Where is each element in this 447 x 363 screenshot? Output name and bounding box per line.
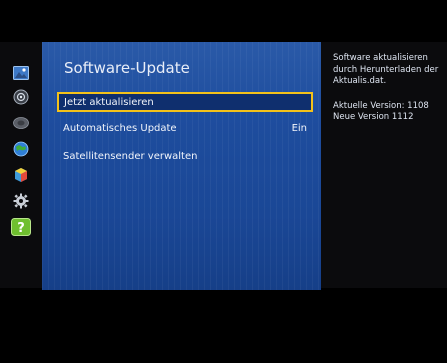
software-update-panel: Software-Update Jetzt aktualisieren Auto… bbox=[42, 42, 321, 290]
menu-item-label: Satellitensender verwalten bbox=[63, 150, 198, 162]
svg-text:?: ? bbox=[17, 221, 25, 236]
help-line: durch Herunterladen der bbox=[333, 64, 439, 75]
help-line: Software aktualisieren bbox=[333, 53, 428, 63]
menu-item-label: Automatisches Update bbox=[63, 122, 177, 134]
system-icon[interactable] bbox=[10, 164, 32, 186]
help-line: Aktualis.dat. bbox=[333, 76, 387, 86]
menu-item-manage-satellite[interactable]: Satellitensender verwalten bbox=[57, 146, 313, 166]
auto-update-value: Ein bbox=[291, 122, 307, 134]
page-title: Software-Update bbox=[64, 59, 190, 77]
network-icon[interactable] bbox=[10, 138, 32, 160]
current-version: Aktuelle Version: 1108 bbox=[333, 100, 429, 111]
help-text: Software aktualisieren durch Herunterlad… bbox=[333, 53, 447, 124]
sound-icon[interactable] bbox=[10, 86, 32, 108]
new-version: Neue Version 1112 bbox=[333, 112, 414, 122]
menu-item-update-now[interactable]: Jetzt aktualisieren bbox=[57, 92, 313, 112]
menu-item-auto-update[interactable]: Automatisches Update Ein bbox=[57, 118, 313, 138]
broadcast-icon[interactable] bbox=[10, 112, 32, 134]
tv-screen: ? Software-Update Jetzt aktualisieren Au… bbox=[0, 0, 447, 363]
picture-icon[interactable] bbox=[10, 62, 32, 84]
support-icon[interactable]: ? bbox=[10, 216, 32, 238]
menu-item-label: Jetzt aktualisieren bbox=[64, 96, 154, 108]
settings-icon[interactable] bbox=[10, 190, 32, 212]
